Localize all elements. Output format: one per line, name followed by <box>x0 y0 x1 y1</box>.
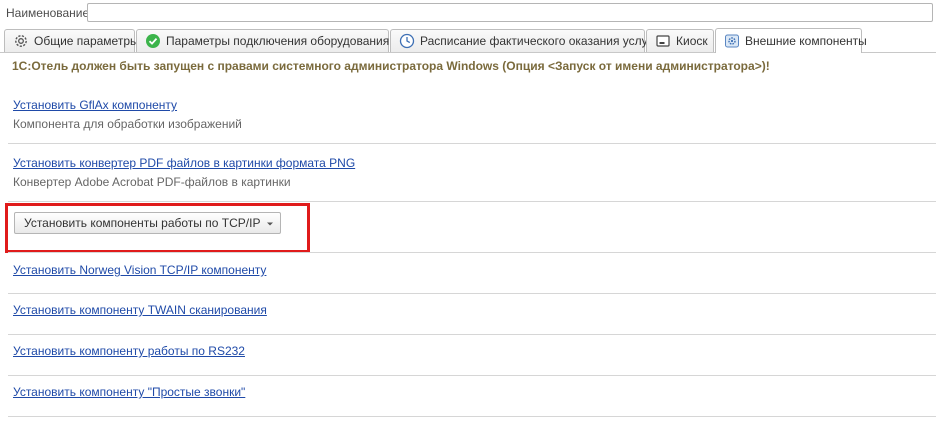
name-input[interactable] <box>87 3 933 22</box>
tab-label: Параметры подключения оборудования (6) <box>166 34 408 48</box>
tab-label: Расписание фактического оказания услуг <box>420 34 653 48</box>
separator <box>8 252 936 253</box>
tab-label: Киоск <box>676 34 708 48</box>
separator <box>8 293 936 294</box>
components-icon <box>724 33 740 49</box>
tab-label: Внешние компоненты <box>745 34 867 48</box>
tab-general-parameters[interactable]: Общие параметры <box>4 29 139 52</box>
install-simple-calls-link[interactable]: Установить компоненту "Простые звонки" <box>13 385 245 399</box>
admin-rights-warning: 1С:Отель должен быть запущен с правами с… <box>12 59 770 73</box>
tab-equipment-connection[interactable]: Параметры подключения оборудования (6) <box>136 29 407 52</box>
install-norweg-vision-link[interactable]: Установить Norweg Vision TCP/IP компонен… <box>13 263 266 277</box>
install-pdf-converter-link[interactable]: Установить конвертер PDF файлов в картин… <box>13 156 355 170</box>
tab-schedule[interactable]: Расписание фактического оказания услуг <box>390 29 652 52</box>
tab-external-components[interactable]: Внешние компоненты <box>715 28 867 53</box>
red-highlight-box <box>5 203 310 253</box>
separator <box>8 375 936 376</box>
separator <box>8 416 936 417</box>
clock-icon <box>399 33 415 49</box>
separator <box>8 201 936 202</box>
name-label: Наименование: <box>6 6 93 20</box>
separator <box>8 334 936 335</box>
gear-icon <box>13 33 29 49</box>
tab-kiosk[interactable]: Киоск <box>646 29 714 52</box>
name-row: Наименование: <box>0 0 936 26</box>
separator <box>8 143 936 144</box>
install-gflax-link[interactable]: Установить GflAx компоненту <box>13 98 177 112</box>
gflax-description: Компонента для обработки изображений <box>13 117 242 131</box>
window-icon <box>655 33 671 49</box>
install-rs232-link[interactable]: Установить компоненту работы по RS232 <box>13 344 245 358</box>
tab-label: Общие параметры <box>34 34 139 48</box>
install-twain-link[interactable]: Установить компоненту TWAIN сканирования <box>13 303 267 317</box>
pdf-converter-description: Конвертер Adobe Acrobat PDF-файлов в кар… <box>13 175 291 189</box>
check-circle-icon <box>145 33 161 49</box>
